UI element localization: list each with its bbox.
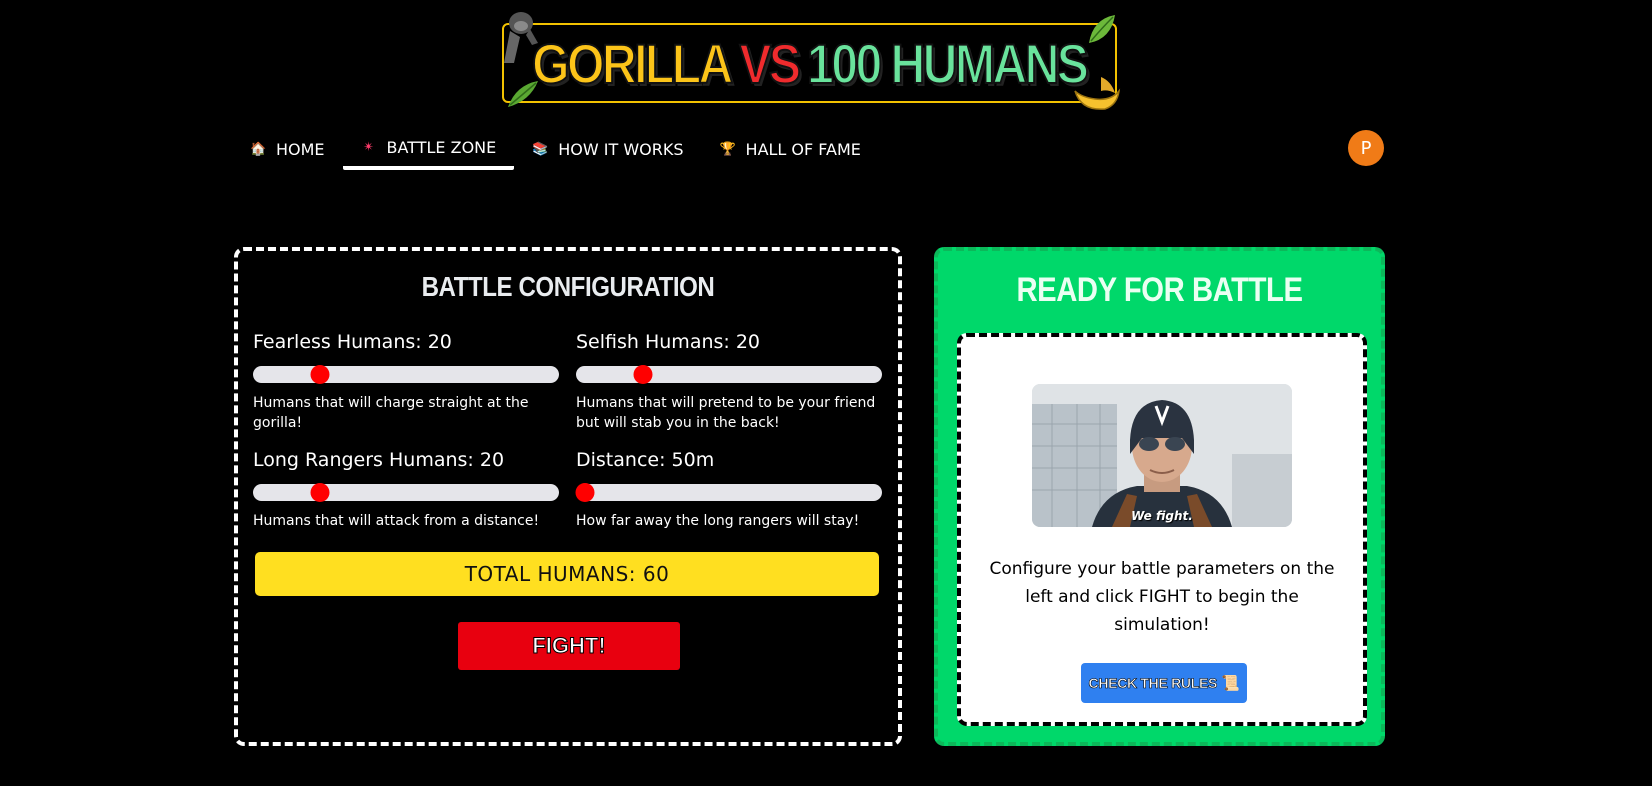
selfish-humans-control: Selfish Humans: 20 Humans that will pret… xyxy=(576,331,882,433)
main-nav: 🏠 HOME ✴ BATTLE ZONE 📚 HOW IT WORKS 🏆 HA… xyxy=(232,128,879,172)
slider-thumb[interactable] xyxy=(633,365,653,384)
battle-configuration-panel: BATTLE CONFIGURATION Fearless Humans: 20… xyxy=(234,247,902,746)
nav-item-label: HALL OF FAME xyxy=(745,139,861,159)
nav-item-how-it-works[interactable]: 📚 HOW IT WORKS xyxy=(514,128,701,170)
fearless-humans-description: Humans that will charge straight at the … xyxy=(253,395,529,431)
logo-humans-text: 100 HUMANS xyxy=(806,31,1090,96)
logo-title: GORILLA VS 100 HUMANS xyxy=(532,31,1091,96)
user-avatar[interactable]: P xyxy=(1348,130,1384,166)
slider-thumb[interactable] xyxy=(310,483,330,502)
ready-content-card: We fight. Configure your battle paramete… xyxy=(957,333,1367,726)
nav-item-label: HOW IT WORKS xyxy=(558,139,684,159)
nav-item-label: HOME xyxy=(276,139,325,159)
long-rangers-slider[interactable] xyxy=(253,483,559,502)
long-rangers-control: Long Rangers Humans: 20 Humans that will… xyxy=(253,449,559,531)
we-fight-gif: We fight. xyxy=(1032,384,1292,527)
distance-label: Distance: 50m xyxy=(576,449,715,471)
ready-message: Configure your battle parameters on the … xyxy=(989,559,1335,635)
nav-item-battle-zone[interactable]: ✴ BATTLE ZONE xyxy=(342,128,515,170)
total-humans-bar: TOTAL HUMANS: 60 xyxy=(255,552,879,596)
distance-control: Distance: 50m How far away the long rang… xyxy=(575,449,882,531)
check-rules-label: CHECK THE RULES xyxy=(1088,675,1218,692)
gif-caption: We fight. xyxy=(1131,509,1193,523)
ready-title: READY FOR BATTLE xyxy=(1016,271,1303,309)
config-title: BATTLE CONFIGURATION xyxy=(421,271,715,302)
slider-thumb[interactable] xyxy=(575,483,595,502)
sparkle-icon: ✴ xyxy=(363,139,374,155)
slider-thumb[interactable] xyxy=(310,365,330,384)
long-rangers-label: Long Rangers Humans: 20 xyxy=(253,449,505,471)
fearless-humans-slider[interactable] xyxy=(253,365,559,384)
long-rangers-description: Humans that will attack from a distance! xyxy=(253,513,540,529)
logo: GORILLA VS 100 HUMANS xyxy=(502,12,1121,110)
fight-button[interactable]: FIGHT! xyxy=(458,622,680,670)
fearless-humans-label: Fearless Humans: 20 xyxy=(253,331,452,353)
selfish-humans-slider[interactable] xyxy=(576,365,882,384)
nav-item-hall-of-fame[interactable]: 🏆 HALL OF FAME xyxy=(702,128,879,170)
house-icon: 🏠 xyxy=(250,141,267,157)
nav-item-label: BATTLE ZONE xyxy=(386,137,497,157)
selfish-humans-label: Selfish Humans: 20 xyxy=(576,331,761,353)
scroll-icon: 📜 xyxy=(1221,675,1240,692)
distance-description: How far away the long rangers will stay! xyxy=(576,513,860,529)
selfish-humans-description: Humans that will pretend to be your frie… xyxy=(576,395,876,431)
fearless-humans-control: Fearless Humans: 20 Humans that will cha… xyxy=(253,331,559,433)
leaf-icon xyxy=(1089,15,1115,43)
logo-gorilla-text: GORILLA xyxy=(532,31,735,96)
nav-item-home[interactable]: 🏠 HOME xyxy=(232,128,343,170)
logo-vs-text: VS xyxy=(739,31,802,96)
trophy-icon: 🏆 xyxy=(719,141,736,157)
books-icon: 📚 xyxy=(532,141,549,157)
ready-for-battle-panel: READY FOR BATTLE We fight. Configure you… xyxy=(934,247,1385,746)
check-rules-button[interactable]: CHECK THE RULES 📜 xyxy=(1081,663,1247,703)
distance-slider[interactable] xyxy=(575,483,882,502)
